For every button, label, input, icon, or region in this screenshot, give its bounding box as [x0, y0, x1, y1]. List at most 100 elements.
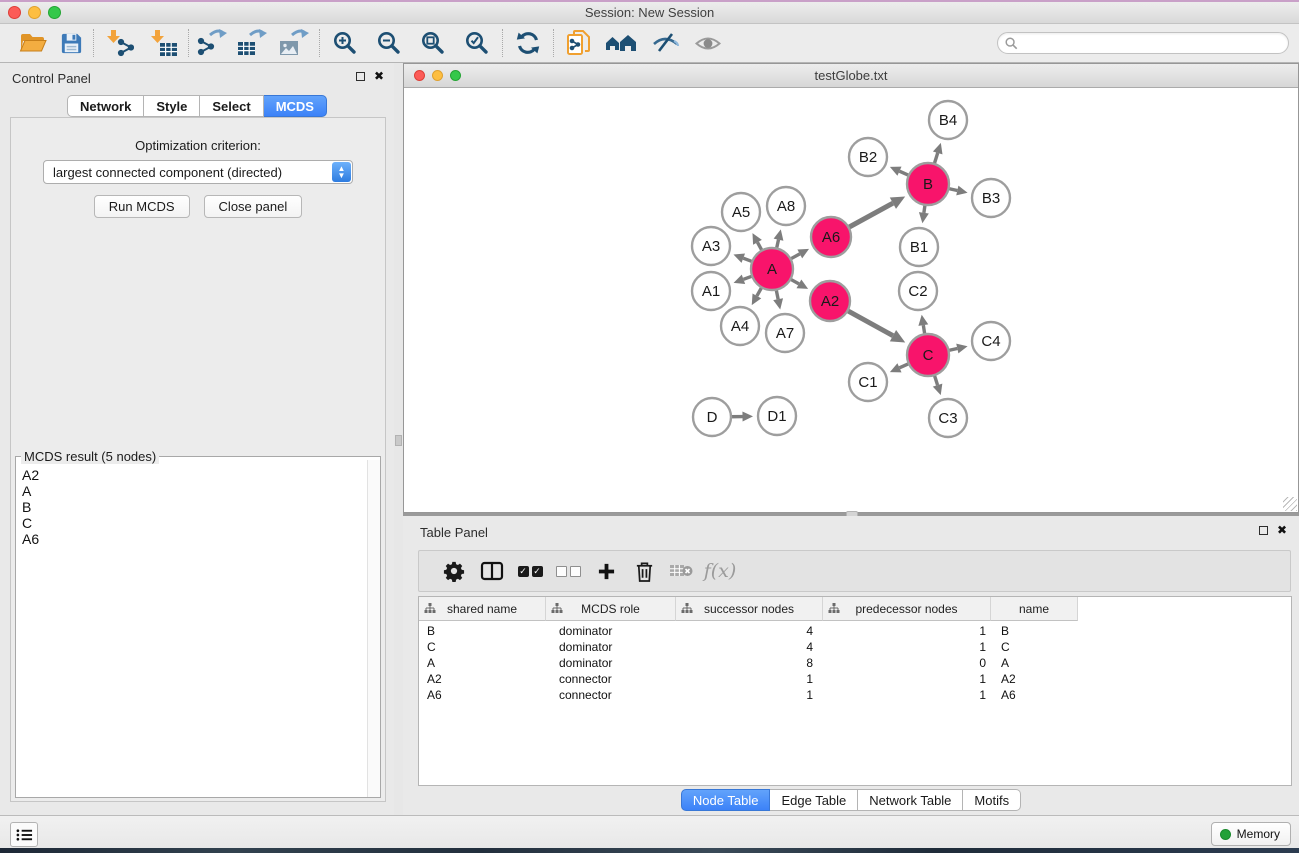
tab-select[interactable]: Select — [200, 95, 263, 117]
tab-motifs[interactable]: Motifs — [963, 789, 1021, 811]
table-cell[interactable]: 1 — [823, 639, 991, 655]
result-item[interactable]: C — [22, 515, 367, 531]
graph-node-B4[interactable]: B4 — [929, 101, 967, 139]
tab-node-table[interactable]: Node Table — [681, 789, 771, 811]
graph-node-A8[interactable]: A8 — [767, 187, 805, 225]
criterion-select[interactable]: largest connected component (directed) ▲… — [43, 160, 353, 184]
network-canvas[interactable]: B4B2BB3A8A5A6A3B1AA1C2A2A4A7C4CC1C3DD1 — [404, 88, 1298, 512]
tab-edge-table[interactable]: Edge Table — [770, 789, 858, 811]
result-scrollbar[interactable] — [367, 460, 380, 797]
search-input[interactable] — [1018, 34, 1288, 52]
graph-node-C3[interactable]: C3 — [929, 399, 967, 437]
table-cell[interactable]: dominator — [546, 639, 676, 655]
hide-selected-button[interactable] — [645, 26, 687, 60]
graph-edge-A-A6[interactable] — [789, 249, 809, 260]
table-row[interactable]: Adominator80A — [419, 655, 1291, 671]
table-cell[interactable]: 8 — [676, 655, 823, 671]
float-table-panel-icon[interactable] — [1259, 526, 1268, 535]
table-row[interactable]: A6connector11A6 — [419, 687, 1291, 703]
graph-node-A6[interactable]: A6 — [811, 217, 851, 257]
graph-node-A3[interactable]: A3 — [692, 227, 730, 265]
zoom-in-button[interactable] — [323, 26, 367, 60]
select-all-columns-button[interactable]: ✓✓ — [511, 553, 549, 589]
delete-table-button[interactable] — [663, 553, 701, 589]
split-view-button[interactable] — [473, 553, 511, 589]
table-cell[interactable]: A2 — [419, 671, 546, 687]
zoom-out-button[interactable] — [367, 26, 411, 60]
export-network-button[interactable] — [192, 26, 232, 60]
delete-column-button[interactable] — [625, 553, 663, 589]
result-item[interactable]: A — [22, 483, 367, 499]
graph-edge-C-C3[interactable] — [933, 373, 943, 395]
graph-node-C1[interactable]: C1 — [849, 363, 887, 401]
column-header-MCDS-role[interactable]: MCDS role — [546, 597, 676, 621]
graph-node-C4[interactable]: C4 — [972, 322, 1010, 360]
table-cell[interactable]: A6 — [991, 687, 1078, 703]
run-mcds-button[interactable]: Run MCDS — [94, 195, 190, 218]
table-row[interactable]: A2connector11A2 — [419, 671, 1291, 687]
table-cell[interactable]: A6 — [419, 687, 546, 703]
search-box[interactable] — [997, 32, 1289, 54]
mcds-result-list[interactable]: A2ABCA6 — [16, 460, 367, 797]
clone-network-button[interactable] — [557, 26, 599, 60]
save-session-button[interactable] — [52, 26, 90, 60]
table-cell[interactable]: dominator — [546, 655, 676, 671]
divider-grip[interactable] — [395, 435, 402, 446]
graph-node-C[interactable]: C — [907, 334, 949, 376]
table-cell[interactable]: dominator — [546, 623, 676, 639]
export-table-button[interactable] — [232, 26, 272, 60]
graph-node-D1[interactable]: D1 — [758, 397, 796, 435]
table-cell[interactable]: 1 — [823, 623, 991, 639]
close-table-panel-icon[interactable]: ✖ — [1277, 525, 1287, 536]
column-header-shared-name[interactable]: shared name — [419, 597, 546, 621]
table-cell[interactable]: connector — [546, 671, 676, 687]
graph-edge-D-D1[interactable] — [729, 412, 753, 422]
node-table[interactable]: shared nameMCDS rolesuccessor nodesprede… — [418, 596, 1292, 786]
graph-edge-B-B2[interactable] — [890, 167, 911, 177]
deselect-all-columns-button[interactable] — [549, 553, 587, 589]
table-cell[interactable]: B — [419, 623, 546, 639]
float-panel-icon[interactable] — [356, 72, 365, 81]
graph-edge-A2-C[interactable] — [846, 310, 905, 343]
tab-mcds[interactable]: MCDS — [264, 95, 327, 117]
graph-node-A1[interactable]: A1 — [692, 272, 730, 310]
graph-node-A5[interactable]: A5 — [722, 193, 760, 231]
show-all-button[interactable] — [687, 26, 729, 60]
zoom-selected-button[interactable] — [455, 26, 499, 60]
table-row[interactable]: Bdominator41B — [419, 623, 1291, 639]
import-network-button[interactable] — [97, 26, 141, 60]
zoom-fit-button[interactable] — [411, 26, 455, 60]
graph-edge-A-A5[interactable] — [752, 233, 762, 252]
first-neighbors-button[interactable] — [599, 26, 645, 60]
tab-network-table[interactable]: Network Table — [858, 789, 963, 811]
table-cell[interactable]: 1 — [676, 687, 823, 703]
graph-edge-A-A2[interactable] — [789, 278, 808, 289]
add-column-button[interactable] — [587, 553, 625, 589]
graph-node-A7[interactable]: A7 — [766, 314, 804, 352]
panel-divider[interactable] — [394, 63, 403, 815]
network-canvas-svg[interactable]: B4B2BB3A8A5A6A3B1AA1C2A2A4A7C4CC1C3DD1 — [404, 88, 1298, 512]
result-item[interactable]: A6 — [22, 531, 367, 547]
table-cell[interactable]: 1 — [823, 671, 991, 687]
table-cell[interactable]: A — [419, 655, 546, 671]
column-header-successor-nodes[interactable]: successor nodes — [676, 597, 823, 621]
graph-node-B3[interactable]: B3 — [972, 179, 1010, 217]
graph-node-B2[interactable]: B2 — [849, 138, 887, 176]
export-image-button[interactable] — [272, 26, 316, 60]
graph-edge-B-B4[interactable] — [933, 143, 943, 166]
graph-node-A4[interactable]: A4 — [721, 307, 759, 345]
graph-node-A[interactable]: A — [751, 248, 793, 290]
graph-edge-A6-B[interactable] — [847, 196, 905, 228]
close-panel-button[interactable]: Close panel — [204, 195, 303, 218]
table-cell[interactable]: 0 — [823, 655, 991, 671]
table-cell[interactable]: 1 — [676, 671, 823, 687]
table-row[interactable]: Cdominator41C — [419, 639, 1291, 655]
graph-edge-A-A4[interactable] — [752, 286, 763, 306]
table-cell[interactable]: B — [991, 623, 1078, 639]
resize-grip-icon[interactable] — [1283, 497, 1297, 511]
table-cell[interactable]: C — [419, 639, 546, 655]
table-cell[interactable]: A2 — [991, 671, 1078, 687]
table-cell[interactable]: A — [991, 655, 1078, 671]
open-session-button[interactable] — [14, 26, 52, 60]
result-item[interactable]: A2 — [22, 467, 367, 483]
